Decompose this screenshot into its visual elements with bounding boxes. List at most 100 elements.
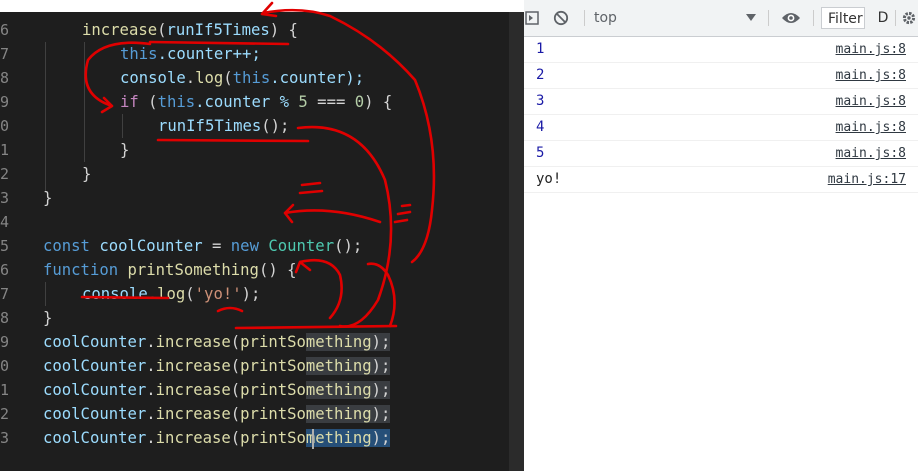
- log-value: yo!: [536, 171, 562, 187]
- source-link[interactable]: main.js:8: [836, 63, 906, 88]
- code-line: console.log('yo!');: [82, 282, 260, 306]
- line-number: 1: [0, 141, 10, 159]
- console-log-row[interactable]: yo! main.js:17: [524, 167, 918, 193]
- code-token: .counter);: [270, 69, 365, 87]
- code-line: }: [43, 186, 52, 210]
- code-token: ) {: [269, 21, 298, 39]
- code-token: Counter: [268, 237, 335, 255]
- console-log-row[interactable]: 1 main.js:8: [524, 37, 918, 63]
- sidebar-icon[interactable]: [524, 8, 540, 28]
- code-token: (: [230, 381, 241, 399]
- clear-console-icon[interactable]: [550, 8, 572, 28]
- line-number: 8: [0, 309, 10, 327]
- line-number: 0: [0, 357, 10, 375]
- line-number: 6: [0, 261, 10, 279]
- code-token: (: [230, 429, 241, 447]
- code-line: coolCounter.increase(printSomething);: [43, 330, 391, 354]
- code-token: increase: [155, 405, 231, 423]
- toolbar-divider: [895, 10, 896, 26]
- line-number: 9: [0, 333, 10, 351]
- log-value: 2: [536, 67, 545, 83]
- eye-icon[interactable]: [780, 8, 802, 28]
- pane-splitter[interactable]: [509, 12, 524, 471]
- console-log-row[interactable]: 3 main.js:8: [524, 89, 918, 115]
- code-token: this: [157, 93, 196, 111]
- code-token: printSo: [240, 333, 306, 351]
- indent-guide: [122, 114, 123, 138]
- code-token: .: [146, 429, 156, 447]
- log-levels-dropdown[interactable]: D: [876, 8, 890, 28]
- console-log-row[interactable]: 2 main.js:8: [524, 63, 918, 89]
- code-line: coolCounter.increase(printSomething);: [43, 354, 391, 378]
- code-token: coolCounter: [43, 333, 147, 351]
- gear-icon[interactable]: [901, 8, 917, 28]
- code-token: ();: [261, 117, 290, 135]
- code-line: increase(runIf5Times) {: [82, 18, 298, 42]
- code-token: (: [230, 357, 241, 375]
- code-token: );: [371, 405, 391, 423]
- source-link[interactable]: main.js:17: [828, 167, 906, 192]
- code-token: }: [43, 309, 53, 327]
- code-token: 5: [298, 93, 308, 111]
- code-token: (: [230, 405, 241, 423]
- code-token: printSo: [240, 381, 306, 399]
- code-token: .: [146, 333, 156, 351]
- code-editor[interactable]: 6 7 8 9 0 1 2 3 4 5 6 7 8 9 0 1 2 3 incr…: [0, 12, 509, 471]
- line-number: 7: [0, 45, 10, 63]
- devtools-console-panel: top Filter D 1 main.js:8 2 main.js:8 3 m…: [524, 0, 918, 471]
- code-token: ();: [334, 237, 363, 255]
- code-token: printSo: [240, 405, 306, 423]
- filter-input[interactable]: Filter: [821, 7, 865, 29]
- code-token: this: [120, 45, 158, 63]
- line-number: 3: [0, 189, 10, 207]
- source-link[interactable]: main.js:8: [836, 141, 906, 166]
- code-token: increase: [155, 429, 231, 447]
- code-token: new: [230, 237, 259, 255]
- editor-top-strip: [0, 0, 509, 12]
- line-number-gutter: 6 7 8 9 0 1 2 3 4 5 6 7 8 9 0 1 2 3: [0, 12, 14, 471]
- log-value: 4: [536, 119, 545, 135]
- dropdown-icon[interactable]: [744, 8, 758, 28]
- code-token: .: [146, 357, 156, 375]
- console-log-row[interactable]: 5 main.js:8: [524, 141, 918, 167]
- code-token: increase: [155, 381, 231, 399]
- console-log-row[interactable]: 4 main.js:8: [524, 115, 918, 141]
- code-token: );: [371, 381, 391, 399]
- code-token: coolCounter: [43, 381, 147, 399]
- code-line: }: [82, 162, 91, 186]
- code-token: runIf5Times: [166, 21, 270, 39]
- source-link[interactable]: main.js:8: [836, 37, 906, 62]
- indent-guide: [45, 42, 46, 192]
- selected-text: mething: [305, 429, 372, 447]
- toolbar-divider: [584, 10, 585, 26]
- toolbar-divider: [813, 10, 814, 26]
- source-link[interactable]: main.js:8: [836, 115, 906, 140]
- line-number: 9: [0, 93, 10, 111]
- context-label: top: [594, 10, 617, 26]
- code-token: printSomething: [127, 261, 259, 279]
- code-token: this: [232, 69, 271, 87]
- selected-text: );: [371, 429, 391, 447]
- code-token: );: [241, 285, 261, 303]
- code-line: runIf5Times();: [158, 114, 289, 138]
- code-line: coolCounter.increase(printSomething);: [43, 378, 391, 402]
- code-line: const coolCounter = new Counter();: [43, 234, 362, 258]
- code-token: (: [223, 69, 233, 87]
- code-token: ===: [307, 93, 355, 111]
- code-token: () {: [258, 261, 297, 279]
- log-value: 1: [536, 41, 545, 57]
- code-token: .counter++;: [157, 45, 261, 63]
- source-link[interactable]: main.js:8: [836, 89, 906, 114]
- code-token: ) {: [364, 93, 393, 111]
- filter-placeholder: Filter: [828, 11, 863, 27]
- splitter-top-strip: [509, 0, 524, 12]
- indent-guide: [84, 42, 85, 162]
- code-token: (: [138, 93, 158, 111]
- code-token: coolCounter: [43, 405, 147, 423]
- context-selector[interactable]: top: [594, 8, 754, 28]
- code-token: );: [371, 357, 391, 375]
- code-token: 0: [354, 93, 365, 111]
- toolbar-divider: [768, 10, 769, 26]
